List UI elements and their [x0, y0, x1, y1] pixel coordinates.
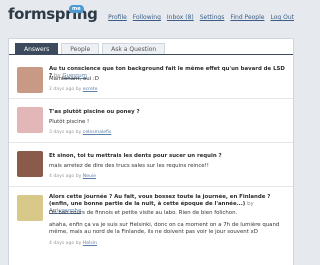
- user-link[interactable]: ecrete: [83, 87, 98, 92]
- user-link[interactable]: Neuie: [83, 174, 96, 179]
- answers-list: Au tu conscience que ton background fait…: [9, 59, 293, 249]
- user-link[interactable]: celesmalefis: [83, 130, 112, 135]
- nav-log-out[interactable]: Log Out: [270, 14, 294, 21]
- tab-bar: Answers People Ask a Question: [15, 43, 166, 54]
- nav-settings[interactable]: Settings: [200, 14, 225, 21]
- answer-text: Maintenant, oui :D: [49, 76, 99, 82]
- nav-profile[interactable]: Profile: [108, 14, 127, 21]
- tab-underline: [9, 54, 293, 55]
- formspring-logo[interactable]: formspring: [8, 5, 98, 23]
- answer-meta: 3 days ago by celesmalefis: [49, 130, 112, 135]
- answer-text: ahaha, enfin ça va je suis sur Helsinki,…: [49, 222, 280, 235]
- answer-text: Plutôt piscine !: [49, 119, 90, 125]
- nav-find-people[interactable]: Find People: [230, 14, 264, 21]
- question-text: Et sinon, toi tu mettrais les dents pour…: [49, 153, 222, 159]
- header: formspring me Profile Following Inbox (8…: [0, 0, 300, 28]
- question-text: T'as plutôt piscine ou poney ?: [49, 109, 140, 115]
- tab-ask-a-question[interactable]: Ask a Question: [102, 43, 166, 54]
- answer-meta: 4 days ago by Helsin: [49, 241, 97, 246]
- avatar[interactable]: [17, 151, 43, 177]
- avatar[interactable]: [17, 195, 43, 221]
- avatar[interactable]: [17, 67, 43, 93]
- list-item: Alors cette journée ? Au fait, vous boss…: [9, 187, 293, 249]
- tab-answers[interactable]: Answers: [15, 43, 59, 54]
- avatar[interactable]: [17, 107, 43, 133]
- nav-inbox[interactable]: Inbox (8): [167, 14, 194, 21]
- main-card: Answers People Ask a Question Au tu cons…: [8, 38, 294, 265]
- logo-badge: me: [69, 5, 84, 13]
- tab-people[interactable]: People: [61, 43, 100, 54]
- list-item: Au tu conscience que ton background fait…: [9, 59, 293, 99]
- answer-text: mais arretez de dire des trucs sales sur…: [49, 163, 209, 169]
- answer-meta: 4 days ago by Neuie: [49, 174, 97, 179]
- list-item: T'as plutôt piscine ou poney ? Plutôt pi…: [9, 99, 293, 143]
- user-link[interactable]: Helsin: [83, 241, 97, 246]
- answer-text: Oh bah cours de finnois et petite visite…: [49, 210, 238, 216]
- top-nav: Profile Following Inbox (8) Settings Fin…: [108, 14, 294, 21]
- nav-following[interactable]: Following: [133, 14, 161, 21]
- list-item: Et sinon, toi tu mettrais les dents pour…: [9, 143, 293, 187]
- answer-meta: 2 days ago by ecrete: [49, 87, 98, 92]
